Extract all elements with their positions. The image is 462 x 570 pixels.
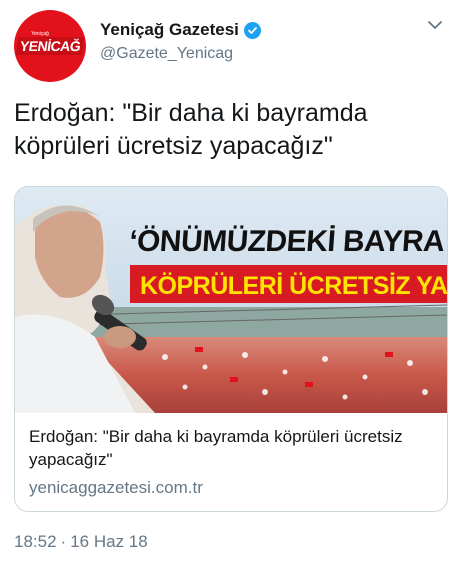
- chevron-down-icon[interactable]: [426, 18, 444, 32]
- avatar[interactable]: Yeniçağ YENİCAĞ: [14, 10, 86, 82]
- card-image[interactable]: ‘ÖNÜMÜZDEKİ BAYRA KÖPRÜLERİ ÜCRETSİZ YAP…: [15, 187, 447, 413]
- tweet-header: Yeniçağ YENİCAĞ Yeniçağ Gazetesi @Gazete…: [14, 10, 448, 82]
- display-name-text: Yeniçağ Gazetesi: [100, 20, 239, 39]
- account-info[interactable]: Yeniçağ Gazetesi @Gazete_Yenicag: [100, 20, 261, 63]
- verified-badge-icon: [243, 21, 261, 39]
- card-body: Erdoğan: "Bir daha ki bayramda köprüleri…: [15, 413, 447, 498]
- card-image-headline-1: ‘ÖNÜMÜZDEKİ BAYRA: [128, 225, 445, 258]
- timestamp[interactable]: 18:52 · 16 Haz 18: [14, 532, 148, 552]
- card-title[interactable]: Erdoğan: "Bir daha ki bayramda köprüleri…: [29, 425, 433, 471]
- timestamp-time: 18:52: [14, 532, 57, 551]
- tweet-text: Erdoğan: "Bir daha ki bayramda köprüleri…: [14, 99, 368, 160]
- timestamp-date: 16 Haz 18: [70, 532, 148, 551]
- link-card[interactable]: ‘ÖNÜMÜZDEKİ BAYRA KÖPRÜLERİ ÜCRETSİZ YAP…: [14, 186, 448, 512]
- avatar-logo-text: YENİCAĞ: [15, 37, 85, 55]
- card-domain[interactable]: yenicaggazetesi.com.tr: [29, 478, 433, 498]
- card-image-headline-2: KÖPRÜLERİ ÜCRETSİZ YAPA: [140, 271, 447, 300]
- timestamp-separator: ·: [60, 532, 67, 551]
- account-handle[interactable]: @Gazete_Yenicag: [100, 45, 261, 63]
- display-name[interactable]: Yeniçağ Gazetesi: [100, 20, 261, 40]
